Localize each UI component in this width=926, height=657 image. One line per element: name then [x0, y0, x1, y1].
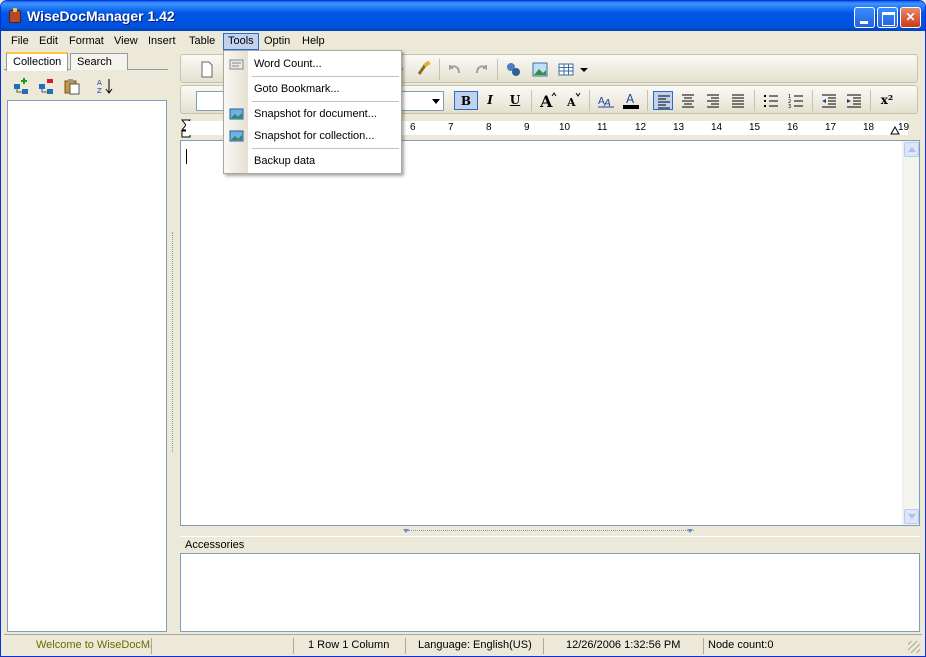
italic-button[interactable]: I — [480, 91, 500, 110]
insert-image-icon[interactable] — [530, 60, 550, 79]
bold-button[interactable]: B — [454, 91, 478, 110]
menu-tools[interactable]: Tools — [223, 33, 259, 50]
snapshot-icon — [229, 130, 244, 142]
new-document-icon[interactable] — [197, 60, 217, 79]
word-count-icon — [229, 59, 244, 70]
numbered-list-icon[interactable]: 123 — [786, 91, 806, 110]
scroll-down-icon[interactable] — [904, 509, 919, 524]
status-language: Language: English(US) — [414, 638, 544, 654]
resize-grip-icon[interactable] — [908, 641, 920, 653]
status-welcome: Welcome to WiseDocManager — [4, 638, 152, 654]
menu-format[interactable]: Format — [64, 33, 109, 50]
scroll-up-icon[interactable] — [904, 142, 919, 157]
window-title: WiseDocManager 1.42 — [27, 8, 175, 24]
align-left-icon[interactable] — [653, 91, 673, 110]
left-tabs: Collection Search — [4, 52, 168, 71]
menu-item-snapshot-document[interactable]: Snapshot for document... — [224, 104, 401, 125]
collection-tree[interactable] — [7, 100, 167, 632]
svg-text:A: A — [539, 92, 553, 110]
tab-search[interactable]: Search — [70, 53, 128, 70]
accessories-content[interactable] — [180, 553, 920, 632]
increase-indent-icon[interactable] — [844, 91, 864, 110]
menu-table[interactable]: Table — [184, 33, 220, 50]
minimize-button[interactable] — [854, 7, 875, 28]
text-caret — [186, 149, 187, 164]
status-position: 1 Row 1 Column — [304, 638, 406, 654]
collapse-down-icon[interactable] — [686, 528, 694, 534]
align-center-icon[interactable] — [678, 91, 698, 110]
menu-optin[interactable]: Optin — [259, 33, 295, 50]
status-spacer — [152, 638, 294, 654]
chevron-down-icon[interactable] — [432, 99, 440, 104]
format-painter-icon[interactable] — [413, 60, 433, 79]
menu-view[interactable]: View — [109, 33, 143, 50]
justify-icon[interactable] — [728, 91, 748, 110]
right-indent-icon[interactable] — [890, 121, 900, 135]
sort-az-icon[interactable]: A Z — [96, 77, 114, 95]
menu-insert[interactable]: Insert — [143, 33, 181, 50]
app-window: WiseDocManager 1.42 ✕ File Edit Format V… — [0, 0, 926, 657]
svg-text:A: A — [566, 96, 576, 109]
superscript-button[interactable]: x² — [877, 91, 897, 110]
status-datetime: 12/26/2006 1:32:56 PM — [562, 638, 704, 654]
snapshot-icon — [229, 108, 244, 120]
app-icon[interactable] — [9, 8, 21, 23]
left-panel: Collection Search A Z — [4, 52, 168, 632]
menu-file[interactable]: File — [6, 33, 34, 50]
document-editor[interactable] — [180, 140, 920, 526]
add-node-icon[interactable] — [12, 77, 30, 95]
accessories-title: Accessories — [180, 536, 920, 552]
undo-icon[interactable] — [445, 60, 465, 79]
align-right-icon[interactable] — [703, 91, 723, 110]
menu-item-goto-bookmark[interactable]: Goto Bookmark... — [224, 79, 401, 100]
status-node-count: Node count:0 — [708, 639, 774, 651]
horizontal-splitter[interactable] — [180, 528, 920, 534]
maximize-button[interactable] — [877, 7, 898, 28]
bullet-list-icon[interactable] — [761, 91, 781, 110]
menu-help[interactable]: Help — [297, 33, 330, 50]
svg-text:A: A — [626, 92, 635, 106]
delete-node-icon[interactable] — [37, 77, 55, 95]
paste-icon[interactable] — [63, 77, 81, 95]
close-button[interactable]: ✕ — [900, 7, 921, 28]
highlight-icon[interactable]: AA — [596, 91, 616, 110]
font-color-icon[interactable]: A — [621, 91, 641, 110]
title-bar[interactable]: WiseDocManager 1.42 ✕ — [1, 1, 925, 31]
menu-bar: File Edit Format View Insert Table Tools… — [4, 31, 922, 51]
vertical-scrollbar[interactable] — [902, 141, 919, 525]
tab-collection[interactable]: Collection — [6, 52, 69, 71]
collection-toolbar: A Z — [6, 74, 166, 100]
collapse-up-icon[interactable] — [402, 528, 410, 534]
tools-menu-dropdown: Word Count... Goto Bookmark... Snapshot … — [223, 50, 402, 174]
underline-button[interactable]: U — [505, 91, 525, 110]
accessories-panel: Accessories — [180, 536, 920, 632]
menu-item-backup-data[interactable]: Backup data — [224, 151, 401, 172]
decrease-indent-icon[interactable] — [819, 91, 839, 110]
shrink-font-icon[interactable]: A — [563, 91, 583, 110]
vertical-splitter[interactable] — [169, 52, 177, 632]
svg-text:3: 3 — [788, 104, 791, 110]
insert-table-icon[interactable] — [556, 60, 576, 79]
menu-item-snapshot-collection[interactable]: Snapshot for collection... — [224, 126, 401, 147]
svg-text:A: A — [97, 79, 102, 87]
table-dropdown-icon[interactable] — [578, 60, 590, 79]
menu-edit[interactable]: Edit — [34, 33, 63, 50]
hyperlink-icon[interactable] — [504, 60, 524, 79]
svg-text:Z: Z — [97, 87, 102, 95]
grow-font-icon[interactable]: A — [538, 91, 558, 110]
status-bar: Welcome to WiseDocManager 1 Row 1 Column… — [4, 634, 922, 655]
redo-icon[interactable] — [471, 60, 491, 79]
menu-item-word-count[interactable]: Word Count... — [224, 54, 401, 75]
